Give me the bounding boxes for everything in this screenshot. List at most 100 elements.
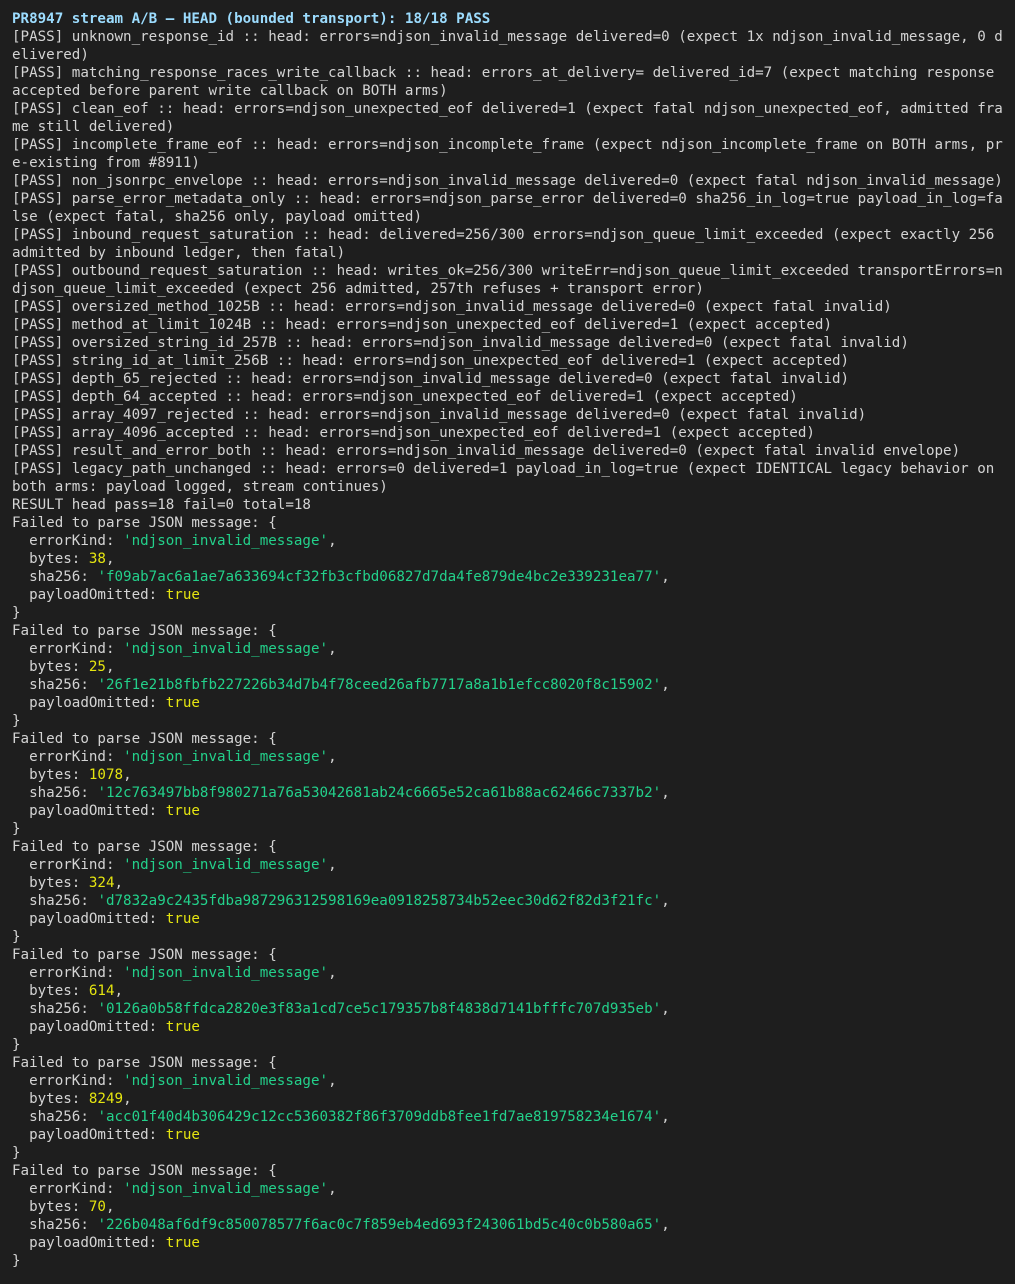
error-kind-line: errorKind: 'ndjson_invalid_message',	[12, 856, 1003, 874]
error-kind-line: errorKind: 'ndjson_invalid_message',	[12, 1180, 1003, 1198]
test-result-line: [PASS] result_and_error_both :: head: er…	[12, 443, 961, 459]
sha256-key: sha256:	[12, 893, 98, 909]
error-kind-value: 'ndjson_invalid_message'	[123, 1073, 329, 1089]
bytes-key: bytes:	[12, 875, 89, 891]
terminal-output[interactable]: PR8947 stream A/B — HEAD (bounded transp…	[0, 0, 1015, 1284]
payload-omitted-key: payloadOmitted:	[12, 1235, 166, 1251]
error-block-open: Failed to parse JSON message: {	[12, 731, 277, 747]
sha256-line: sha256: '226b048af6df9c850078577f6ac0c7f…	[12, 1216, 1003, 1234]
bytes-line: bytes: 38,	[12, 550, 1003, 568]
error-kind-key: errorKind:	[12, 641, 124, 657]
comma: ,	[123, 767, 132, 783]
error-block-open: Failed to parse JSON message: {	[12, 947, 277, 963]
error-kind-key: errorKind:	[12, 965, 124, 981]
test-result-line: [PASS] legacy_path_unchanged :: head: er…	[12, 461, 1003, 495]
error-kind-value: 'ndjson_invalid_message'	[123, 641, 329, 657]
comma: ,	[328, 857, 337, 873]
test-result-line: [PASS] depth_64_accepted :: head: errors…	[12, 389, 798, 405]
bytes-value: 25	[88, 659, 106, 675]
comma: ,	[114, 983, 124, 999]
comma: ,	[661, 1217, 670, 1233]
error-block-open: Failed to parse JSON message: {	[12, 1163, 277, 1179]
payload-omitted-line: payloadOmitted: true	[12, 694, 1003, 712]
sha256-key: sha256:	[12, 1109, 98, 1125]
comma: ,	[328, 533, 337, 549]
test-result-line: [PASS] incomplete_frame_eof :: head: err…	[12, 137, 1003, 171]
error-kind-line: errorKind: 'ndjson_invalid_message',	[12, 748, 1003, 766]
error-kind-value: 'ndjson_invalid_message'	[123, 1181, 329, 1197]
test-result-line: [PASS] parse_error_metadata_only :: head…	[12, 191, 1003, 225]
bytes-value: 8249	[88, 1091, 124, 1107]
payload-omitted-value: true	[165, 587, 200, 603]
sha256-line: sha256: '12c763497bb8f980271a76a53042681…	[12, 784, 1003, 802]
comma: ,	[105, 659, 115, 675]
comma: ,	[328, 965, 337, 981]
bytes-line: bytes: 8249,	[12, 1090, 1003, 1108]
payload-omitted-key: payloadOmitted:	[12, 695, 166, 711]
test-result-line: [PASS] array_4097_rejected :: head: erro…	[12, 407, 867, 423]
comma: ,	[328, 1073, 337, 1089]
sha256-key: sha256:	[12, 1001, 98, 1017]
comma: ,	[123, 1091, 132, 1107]
payload-omitted-value: true	[165, 695, 200, 711]
test-result-line: [PASS] inbound_request_saturation :: hea…	[12, 227, 1003, 261]
comma: ,	[661, 1001, 670, 1017]
payload-omitted-key: payloadOmitted:	[12, 1019, 166, 1035]
payload-omitted-line: payloadOmitted: true	[12, 1018, 1003, 1036]
payload-omitted-value: true	[165, 911, 200, 927]
sha256-line: sha256: 'd7832a9c2435fdba987296312598169…	[12, 892, 1003, 910]
payload-omitted-key: payloadOmitted:	[12, 1127, 166, 1143]
test-result-line: [PASS] matching_response_races_write_cal…	[12, 65, 1003, 99]
error-kind-line: errorKind: 'ndjson_invalid_message',	[12, 964, 1003, 982]
bytes-key: bytes:	[12, 767, 89, 783]
comma: ,	[661, 893, 670, 909]
sha256-key: sha256:	[12, 785, 98, 801]
error-block: Failed to parse JSON message: { errorKin…	[12, 730, 1003, 838]
sha256-key: sha256:	[12, 1217, 98, 1233]
payload-omitted-line: payloadOmitted: true	[12, 586, 1003, 604]
sha256-value: '12c763497bb8f980271a76a53042681ab24c666…	[97, 785, 662, 801]
error-block: Failed to parse JSON message: { errorKin…	[12, 1054, 1003, 1162]
payload-omitted-key: payloadOmitted:	[12, 911, 166, 927]
bytes-key: bytes:	[12, 983, 89, 999]
sha256-line: sha256: '0126a0b58ffdca2820e3f83a1cd7ce5…	[12, 1000, 1003, 1018]
error-block: Failed to parse JSON message: { errorKin…	[12, 946, 1003, 1054]
test-result-line: [PASS] clean_eof :: head: errors=ndjson_…	[12, 101, 1003, 135]
error-block-close: }	[12, 821, 21, 837]
bytes-key: bytes:	[12, 1091, 89, 1107]
comma: ,	[328, 641, 337, 657]
error-block-open: Failed to parse JSON message: {	[12, 1055, 277, 1071]
sha256-value: 'f09ab7ac6a1ae7a633694cf32fb3cfbd06827d7…	[97, 569, 662, 585]
error-block-close: }	[12, 605, 21, 621]
test-result-line: [PASS] oversized_string_id_257B :: head:…	[12, 335, 909, 351]
test-results-list: [PASS] unknown_response_id :: head: erro…	[12, 28, 1003, 496]
comma: ,	[661, 1109, 670, 1125]
error-block-close: }	[12, 929, 21, 945]
error-kind-value: 'ndjson_invalid_message'	[123, 965, 329, 981]
sha256-value: '26f1e21b8fbfb227226b34d7b4f78ceed26afb7…	[97, 677, 662, 693]
comma: ,	[105, 551, 115, 567]
error-kind-line: errorKind: 'ndjson_invalid_message',	[12, 640, 1003, 658]
error-kind-key: errorKind:	[12, 533, 124, 549]
test-result-line: [PASS] string_id_at_limit_256B :: head: …	[12, 353, 850, 369]
error-block-close: }	[12, 1037, 21, 1053]
payload-omitted-value: true	[165, 1019, 200, 1035]
test-run-header: PR8947 stream A/B — HEAD (bounded transp…	[12, 11, 491, 27]
bytes-key: bytes:	[12, 551, 89, 567]
bytes-value: 324	[88, 875, 115, 891]
bytes-line: bytes: 70,	[12, 1198, 1003, 1216]
test-result-line: [PASS] method_at_limit_1024B :: head: er…	[12, 317, 832, 333]
bytes-value: 1078	[88, 767, 124, 783]
bytes-value: 70	[88, 1199, 106, 1215]
bytes-line: bytes: 25,	[12, 658, 1003, 676]
error-block: Failed to parse JSON message: { errorKin…	[12, 1162, 1003, 1270]
sha256-key: sha256:	[12, 677, 98, 693]
result-summary: RESULT head pass=18 fail=0 total=18	[12, 497, 311, 513]
error-block-close: }	[12, 1253, 21, 1269]
bytes-value: 38	[88, 551, 106, 567]
payload-omitted-value: true	[165, 1127, 200, 1143]
error-kind-value: 'ndjson_invalid_message'	[123, 749, 329, 765]
error-blocks: Failed to parse JSON message: { errorKin…	[12, 514, 1003, 1270]
error-kind-value: 'ndjson_invalid_message'	[123, 533, 329, 549]
bytes-value: 614	[88, 983, 115, 999]
